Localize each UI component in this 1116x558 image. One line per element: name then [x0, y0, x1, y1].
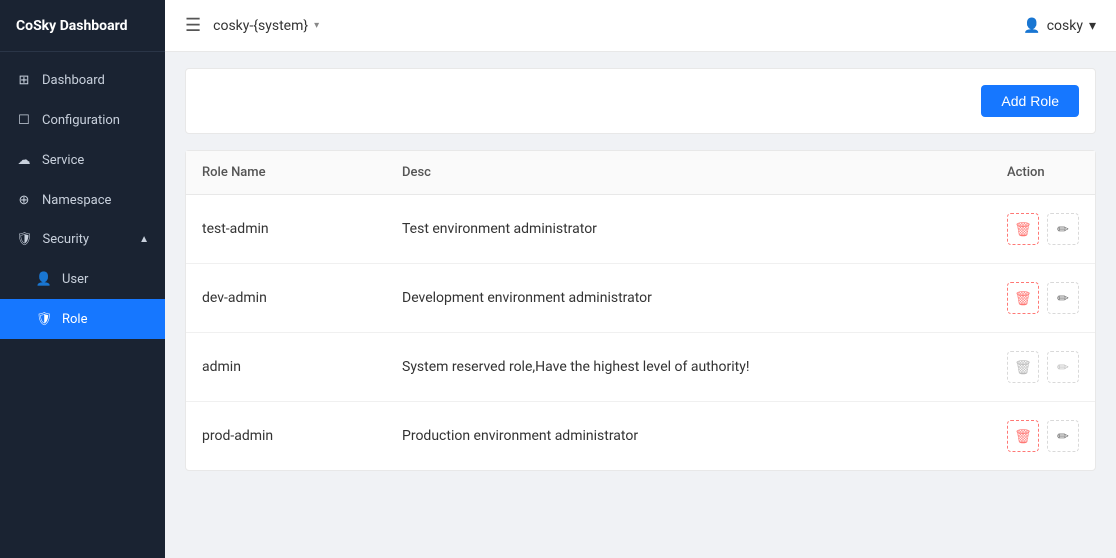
delete-role-button[interactable]: 🗑	[1007, 213, 1039, 245]
grid-icon: ⊞	[16, 72, 32, 88]
sidebar-item-label: Namespace	[42, 193, 111, 208]
sidebar-item-dashboard[interactable]: ⊞ Dashboard	[0, 60, 165, 100]
sidebar-item-label: Dashboard	[42, 73, 105, 88]
sidebar-item-label: User	[62, 272, 88, 287]
col-header-desc: Desc	[386, 151, 991, 195]
main-area: ☰ cosky-{system} ▾ 👤 cosky ▾ Add Role Ro…	[165, 0, 1116, 558]
system-selector-label: cosky-{system}	[213, 18, 308, 34]
content-area: Add Role Role Name Desc Action test-admi…	[165, 52, 1116, 558]
edit-role-button[interactable]: ✏	[1047, 282, 1079, 314]
role-action-cell: 🗑✏	[991, 264, 1095, 333]
role-name-cell: prod-admin	[186, 402, 386, 471]
action-btn-group: 🗑✏	[1007, 351, 1079, 383]
app-logo: CoSky Dashboard	[0, 0, 165, 52]
sidebar-item-security[interactable]: 🛡 Security ▲	[0, 220, 165, 259]
sidebar-item-service[interactable]: ☁ Service	[0, 140, 165, 180]
delete-role-button[interactable]: 🗑	[1007, 420, 1039, 452]
sidebar-item-role[interactable]: 🛡 Role	[0, 299, 165, 339]
role-name-cell: admin	[186, 333, 386, 402]
sidebar-nav: ⊞ Dashboard ☐ Configuration ☁ Service ⊕ …	[0, 52, 165, 558]
role-desc-cell: Production environment administrator	[386, 402, 991, 471]
col-header-name: Role Name	[186, 151, 386, 195]
delete-role-button[interactable]: 🗑	[1007, 282, 1039, 314]
chevron-up-icon: ▲	[139, 234, 149, 245]
delete-role-button: 🗑	[1007, 351, 1039, 383]
user-menu[interactable]: 👤 cosky ▾	[1023, 18, 1096, 34]
role-action-cell: 🗑✏	[991, 333, 1095, 402]
table-row: dev-adminDevelopment environment adminis…	[186, 264, 1095, 333]
role-action-cell: 🗑✏	[991, 195, 1095, 264]
role-name-cell: dev-admin	[186, 264, 386, 333]
topbar-left: ☰ cosky-{system} ▾	[185, 15, 319, 36]
menu-icon[interactable]: ☰	[185, 15, 201, 36]
topbar: ☰ cosky-{system} ▾ 👤 cosky ▾	[165, 0, 1116, 52]
user-chevron-icon: ▾	[1089, 18, 1096, 34]
edit-role-button: ✏	[1047, 351, 1079, 383]
table-header-row: Role Name Desc Action	[186, 151, 1095, 195]
action-btn-group: 🗑✏	[1007, 282, 1079, 314]
user-name: cosky	[1047, 18, 1083, 34]
col-header-action: Action	[991, 151, 1095, 195]
system-selector[interactable]: cosky-{system} ▾	[213, 18, 319, 34]
chevron-down-icon: ▾	[314, 20, 319, 31]
cloud-icon: ☁	[16, 152, 32, 168]
role-action-cell: 🗑✏	[991, 402, 1095, 471]
roles-table: Role Name Desc Action test-adminTest env…	[186, 151, 1095, 470]
action-btn-group: 🗑✏	[1007, 420, 1079, 452]
role-desc-cell: Development environment administrator	[386, 264, 991, 333]
roles-table-container: Role Name Desc Action test-adminTest env…	[185, 150, 1096, 471]
tag-icon: ⊕	[16, 192, 32, 208]
sidebar-item-user[interactable]: 👤 User	[0, 259, 165, 299]
sidebar-item-configuration[interactable]: ☐ Configuration	[0, 100, 165, 140]
sidebar: CoSky Dashboard ⊞ Dashboard ☐ Configurat…	[0, 0, 165, 558]
role-desc-cell: System reserved role,Have the highest le…	[386, 333, 991, 402]
table-row: prod-adminProduction environment adminis…	[186, 402, 1095, 471]
edit-role-button[interactable]: ✏	[1047, 213, 1079, 245]
table-row: test-adminTest environment administrator…	[186, 195, 1095, 264]
sidebar-item-label: Service	[42, 153, 84, 168]
edit-role-button[interactable]: ✏	[1047, 420, 1079, 452]
sidebar-item-label: Role	[62, 312, 87, 327]
sidebar-item-namespace[interactable]: ⊕ Namespace	[0, 180, 165, 220]
role-name-cell: test-admin	[186, 195, 386, 264]
user-avatar-icon: 👤	[1023, 18, 1040, 34]
action-bar: Add Role	[185, 68, 1096, 134]
role-desc-cell: Test environment administrator	[386, 195, 991, 264]
add-role-button[interactable]: Add Role	[981, 85, 1079, 117]
shield-icon: 🛡	[16, 232, 33, 247]
sidebar-item-label: Configuration	[42, 113, 120, 128]
user-icon: 👤	[36, 271, 52, 287]
table-row: adminSystem reserved role,Have the highe…	[186, 333, 1095, 402]
role-icon: 🛡	[36, 311, 52, 327]
action-btn-group: 🗑✏	[1007, 213, 1079, 245]
sidebar-item-label: Security	[43, 232, 90, 247]
doc-icon: ☐	[16, 112, 32, 128]
